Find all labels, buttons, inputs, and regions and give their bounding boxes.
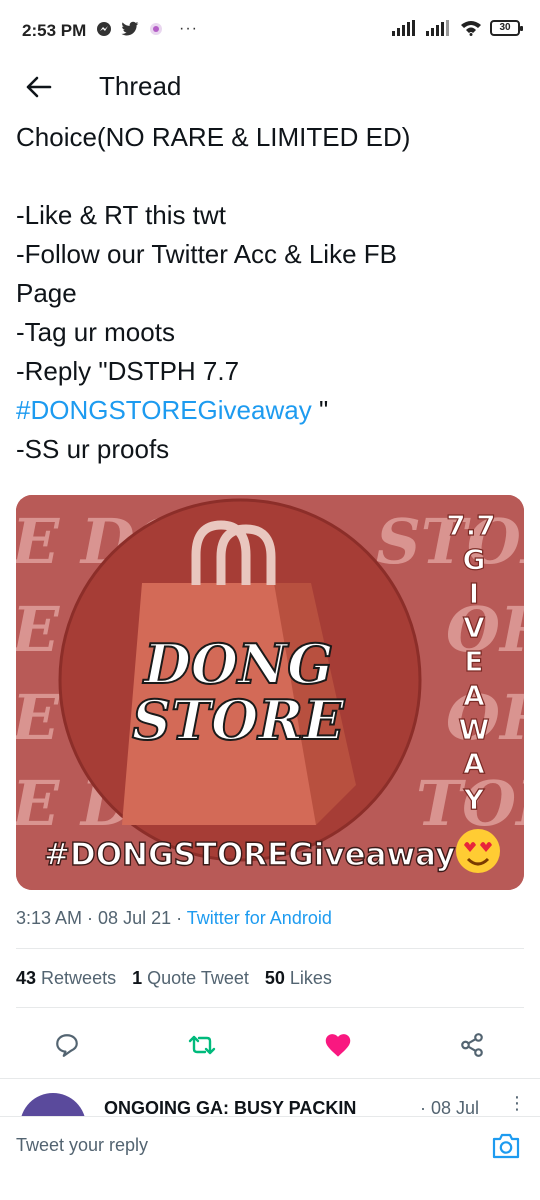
arrow-left-icon (26, 76, 52, 98)
retweets-label: Retweets (41, 968, 117, 988)
share-icon (461, 1033, 483, 1057)
poster-side-letter: W (459, 713, 490, 746)
tweet-line: -Follow our Twitter Acc & Like FB (16, 239, 397, 269)
wifi-icon (461, 21, 481, 36)
poster-side-letter: A (463, 679, 485, 712)
tweet-line: Page (16, 278, 77, 308)
thread-header: Thread (0, 60, 540, 112)
tweet-source-link[interactable]: Twitter for Android (187, 908, 332, 928)
app-notification-icon (150, 23, 162, 35)
poster-side-letter: G (463, 543, 486, 576)
reply-input[interactable] (16, 1131, 436, 1159)
heart-icon (325, 1034, 351, 1057)
poster-side-letter: E (464, 645, 483, 678)
like-button[interactable] (318, 1025, 358, 1065)
tweet-line: Choice(NO RARE & LIMITED ED) (16, 122, 411, 152)
status-time: 2:53 PM (22, 21, 87, 40)
tweet-time: 3:13 AM (16, 908, 83, 928)
quotes-stat[interactable]: 1 Quote Tweet (132, 968, 249, 989)
hashtag-suffix: " (311, 395, 329, 425)
poster-brand-top: DONG (142, 632, 333, 696)
tweet-date: 08 Jul 21 (98, 908, 172, 928)
tweet-text: Choice(NO RARE & LIMITED ED) -Like & RT … (16, 118, 521, 469)
poster-side-letter: I (469, 577, 479, 610)
messenger-icon (97, 22, 111, 36)
poster-brand-bottom: STORE (132, 688, 345, 752)
reply-date: · 08 Jul (420, 1098, 480, 1116)
back-button[interactable] (22, 70, 56, 104)
bg-word: OR (446, 593, 524, 666)
tweet-line: -Like & RT this twt (16, 200, 226, 230)
poster-hashtag: #DONGSTOREGiveaway (44, 837, 455, 873)
signal-icon (392, 20, 415, 36)
likes-stat[interactable]: 50 Likes (265, 968, 332, 989)
likes-count: 50 (264, 968, 285, 988)
next-reply[interactable]: ONGOING GA: BUSY PACKIN · 08 Jul ⋮ (0, 1088, 540, 1116)
likes-label: Likes (289, 968, 332, 988)
quotes-label: Quote Tweet (147, 968, 249, 988)
more-notifications-icon: ··· (179, 20, 198, 37)
tweet-line: -SS ur proofs (16, 434, 170, 464)
twitter-icon (121, 21, 139, 36)
poster-side-letter: A (463, 747, 485, 780)
page-title: Thread (99, 71, 182, 101)
system-icons: 30 (392, 20, 523, 36)
heart-eyes-emoji-icon (456, 829, 500, 873)
retweets-count: 43 (16, 968, 37, 988)
separator: · (82, 908, 99, 928)
share-button[interactable] (452, 1025, 492, 1065)
tweet-stats: 43 Retweets 1 Quote Tweet 50 Likes (16, 968, 332, 989)
notification-icons: ··· (96, 20, 198, 38)
avatar[interactable] (20, 1093, 86, 1116)
divider (0, 1078, 540, 1079)
poster-side-letter: Y (463, 783, 485, 816)
tweet-line (16, 157, 521, 196)
camera-button[interactable] (490, 1130, 522, 1162)
tweet-line: -Tag ur moots (16, 317, 175, 347)
separator: · (171, 908, 187, 928)
giveaway-poster: E DO STOR E OR E OR E D TOR DONG STORE 7… (16, 495, 524, 890)
tweet-actions (0, 1025, 540, 1065)
reply-author-name: ONGOING GA: BUSY PACKIN (104, 1098, 357, 1116)
retweet-icon (188, 1035, 216, 1055)
poster-side-letter: V (463, 611, 485, 644)
hashtag-link[interactable]: #DONGSTOREGiveaway (16, 395, 312, 425)
bg-word: E (16, 681, 60, 754)
signal-icon-2 (426, 20, 449, 36)
quotes-count: 1 (132, 968, 143, 988)
divider (16, 1007, 524, 1008)
retweets-stat[interactable]: 43 Retweets (16, 968, 116, 989)
tweet-image[interactable]: E DO STOR E OR E OR E D TOR DONG STORE 7… (16, 495, 524, 890)
bg-word: E (16, 593, 60, 666)
retweet-button[interactable] (182, 1025, 222, 1065)
tweet-hashtag-line: #DONGSTOREGiveaway " (16, 391, 521, 430)
divider (16, 948, 524, 949)
tweet-line: -Reply "DSTPH 7.7 (16, 356, 240, 386)
tweet-meta: 3:13 AM · 08 Jul 21 · Twitter for Androi… (16, 908, 332, 929)
status-bar: 2:53 PM ··· 30 (0, 0, 540, 60)
more-options-icon[interactable]: ⋮ (508, 1093, 526, 1114)
camera-icon (492, 1133, 520, 1159)
battery-icon: 30 (490, 20, 523, 36)
reply-icon (56, 1034, 78, 1057)
reply-bar (0, 1116, 540, 1172)
poster-side-number: 7.7 (446, 509, 496, 542)
reply-button[interactable] (47, 1025, 87, 1065)
